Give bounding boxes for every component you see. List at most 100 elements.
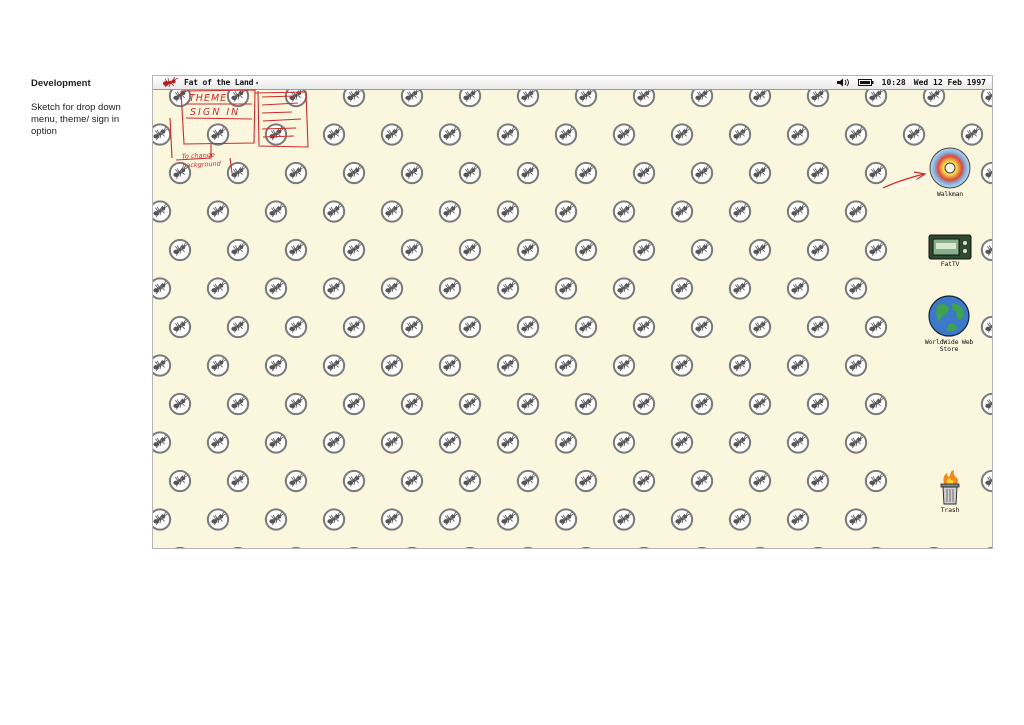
ant-badge-icon: [690, 315, 714, 339]
ant-badge-icon: [864, 546, 888, 548]
ant-badge-icon: [496, 508, 520, 531]
desktop-icon-label: Walkman: [937, 190, 963, 198]
ant-badge-icon: [574, 546, 598, 548]
ant-badge-icon: [980, 546, 992, 548]
ant-badge-icon: [806, 469, 830, 493]
ant-badge-icon: [690, 469, 714, 493]
desktop-icon-web-store[interactable]: WorldWide Web Store: [919, 294, 979, 353]
battery-icon[interactable]: [857, 78, 874, 87]
ant-badge-icon: [153, 354, 172, 377]
ant-badge-icon: [864, 469, 888, 493]
ant-badge-icon: [380, 277, 404, 300]
ant-badge-icon: [612, 200, 636, 223]
trash-fire-icon: [940, 470, 960, 505]
ant-badge-icon: [516, 469, 540, 493]
ant-badge-icon: [670, 277, 694, 300]
ant-badge-icon: [438, 200, 462, 223]
ant-badge-icon: [168, 315, 192, 339]
ant-badge-icon: [980, 161, 992, 185]
ant-badge-icon: [554, 508, 578, 531]
ant-badge-icon: [168, 238, 192, 262]
ant-badge-icon: [612, 123, 636, 146]
ant-badge-icon: [264, 277, 288, 300]
ant-badge-icon: [864, 315, 888, 339]
sketch-menu-item-theme: THEME: [189, 93, 228, 104]
ant-badge-icon: [206, 277, 230, 300]
ant-badge-icon: [922, 546, 946, 548]
ant-badge-icon: [458, 315, 482, 339]
ant-badge-icon: [786, 277, 810, 300]
ant-badge-icon: [342, 90, 366, 108]
ant-badge-icon: [206, 508, 230, 531]
desktop-icon-label: FatTV: [940, 260, 960, 268]
desktop-icon-trash[interactable]: Trash: [920, 470, 980, 514]
ant-badge-icon: [902, 123, 926, 146]
ant-badge-icon: [516, 546, 540, 548]
clock-time[interactable]: 10:28: [882, 78, 906, 87]
ant-badge-icon: [206, 354, 230, 377]
ant-badge-icon: [458, 392, 482, 416]
ant-badge-icon: [342, 392, 366, 416]
ant-logo-icon[interactable]: [161, 77, 179, 88]
ant-badge-icon: [284, 238, 308, 262]
ant-badge-icon: [264, 200, 288, 223]
desktop-icon-label: WorldWide Web Store: [924, 338, 974, 353]
volume-icon[interactable]: [836, 78, 850, 87]
ant-badge-icon: [284, 469, 308, 493]
ant-badge-icon: [612, 277, 636, 300]
ant-badge-icon: [612, 354, 636, 377]
ant-badge-icon: [748, 161, 772, 185]
ant-badge-icon: [284, 315, 308, 339]
ant-badge-icon: [864, 392, 888, 416]
ant-badge-icon: [438, 123, 462, 146]
ant-badge-icon: [806, 238, 830, 262]
desktop-icon-fattv[interactable]: FatTV: [920, 234, 980, 268]
ant-badge-icon: [153, 508, 172, 531]
app-menu[interactable]: Fat of the Land ▾: [184, 78, 259, 87]
ant-badge-icon: [206, 431, 230, 454]
ant-badge-icon: [632, 90, 656, 108]
ant-badge-icon: [496, 354, 520, 377]
ant-badge-icon: [690, 392, 714, 416]
ant-badge-icon: [400, 238, 424, 262]
ant-badge-icon: [400, 161, 424, 185]
ant-badge-icon: [226, 315, 250, 339]
cd-disc-icon: [929, 147, 971, 189]
ant-badge-icon: [284, 546, 308, 548]
ant-badge-icon: [632, 315, 656, 339]
ant-badge-icon: [980, 90, 992, 108]
ant-badge-icon: [516, 161, 540, 185]
ant-badge-icon: [322, 277, 346, 300]
ant-badge-icon: [380, 200, 404, 223]
ant-badge-icon: [844, 277, 868, 300]
ant-badge-icon: [574, 392, 598, 416]
ant-badge-icon: [438, 508, 462, 531]
ant-badge-icon: [806, 161, 830, 185]
ant-badge-icon: [844, 200, 868, 223]
ant-badge-icon: [980, 392, 992, 416]
clock-date[interactable]: Wed 12 Feb 1997: [914, 78, 986, 87]
ant-badge-icon: [670, 508, 694, 531]
sketch-arrow-icon: [882, 171, 927, 191]
ant-badge-icon: [554, 354, 578, 377]
ant-badge-icon: [342, 238, 366, 262]
ant-badge-icon: [632, 238, 656, 262]
sketch-annotation-note: To change background: [181, 150, 222, 170]
ant-badge-icon: [458, 161, 482, 185]
sketch-menu-item-sign-in: SIGN IN: [190, 107, 241, 118]
ant-badge-icon: [284, 392, 308, 416]
ant-badge-icon: [690, 90, 714, 108]
ant-badge-icon: [748, 90, 772, 108]
ant-badge-icon: [574, 238, 598, 262]
ant-badge-icon: [516, 238, 540, 262]
ant-badge-icon: [554, 431, 578, 454]
ant-badge-icon: [786, 431, 810, 454]
ant-badge-icon: [632, 546, 656, 548]
ant-badge-icon: [153, 200, 172, 223]
ant-badge-icon: [496, 200, 520, 223]
ant-badge-icon: [168, 546, 192, 548]
ant-badge-icon: [786, 200, 810, 223]
ant-badge-icon: [786, 123, 810, 146]
app-menu-label: Fat of the Land: [184, 78, 254, 87]
ant-badge-icon: [806, 392, 830, 416]
